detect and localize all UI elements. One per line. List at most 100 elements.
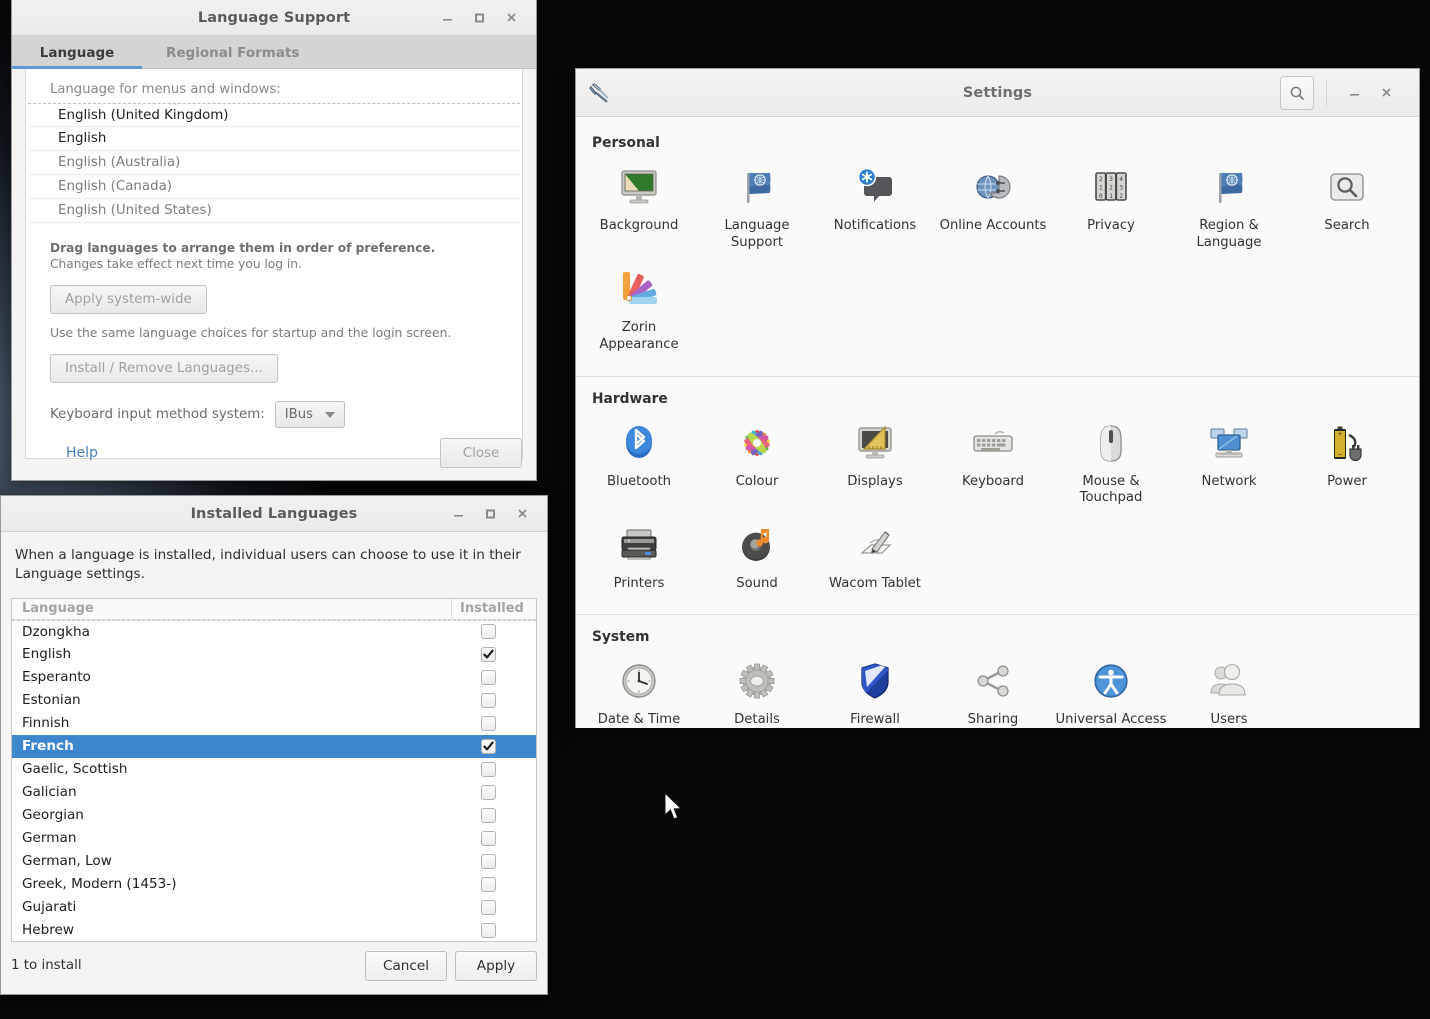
list-item[interactable]: English (Canada) xyxy=(28,175,520,199)
row-installed-cell xyxy=(452,647,536,662)
checkbox-checked[interactable] xyxy=(481,647,496,662)
bluetooth-icon xyxy=(615,419,663,467)
table-row[interactable]: Greek, Modern (1453-) xyxy=(12,873,536,896)
settings-tile-region-language[interactable]: Region & Language xyxy=(1170,157,1288,259)
minimize-icon[interactable] xyxy=(1339,79,1369,107)
table-row[interactable]: Gaelic, Scottish xyxy=(12,758,536,781)
settings-tile-sharing[interactable]: Sharing xyxy=(934,651,1052,728)
settings-tile-sound[interactable]: Sound xyxy=(698,515,816,601)
checkbox-unchecked[interactable] xyxy=(481,854,496,869)
table-row[interactable]: Gujarati xyxy=(12,896,536,919)
settings-tile-colour[interactable]: Colour xyxy=(698,413,816,515)
divider xyxy=(576,614,1419,615)
tab-language[interactable]: Language xyxy=(12,36,142,69)
list-item[interactable]: English (Australia) xyxy=(28,151,520,175)
table-row[interactable]: Finnish xyxy=(12,712,536,735)
checkbox-unchecked[interactable] xyxy=(481,785,496,800)
row-language-label: French xyxy=(12,738,452,754)
settings-tile-printers[interactable]: Printers xyxy=(580,515,698,601)
svg-text:4: 4 xyxy=(1119,176,1123,183)
settings-tile-privacy[interactable]: 210 321 432 Privacy xyxy=(1052,157,1170,259)
table-row[interactable]: French xyxy=(12,735,536,758)
settings-tile-wacom-tablet[interactable]: Wacom Tablet xyxy=(816,515,934,601)
apply-system-wide-button[interactable]: Apply system-wide xyxy=(50,285,207,314)
settings-tile-search[interactable]: Search xyxy=(1288,157,1406,259)
color-wheel-icon xyxy=(733,419,781,467)
settings-tile-power[interactable]: + − Power xyxy=(1288,413,1406,515)
globe-plug-icon xyxy=(969,163,1017,211)
maximize-icon[interactable] xyxy=(464,4,494,32)
checkbox-unchecked[interactable] xyxy=(481,670,496,685)
row-installed-cell xyxy=(452,762,536,777)
install-remove-languages-button[interactable]: Install / Remove Languages... xyxy=(50,354,278,383)
checkbox-unchecked[interactable] xyxy=(481,762,496,777)
battery-plug-icon: + − xyxy=(1323,419,1371,467)
table-row[interactable]: Georgian xyxy=(12,804,536,827)
checkbox-unchecked[interactable] xyxy=(481,900,496,915)
list-item[interactable]: English (United Kingdom) xyxy=(28,103,520,127)
settings-tile-network[interactable]: Network xyxy=(1170,413,1288,515)
settings-tile-details[interactable]: Details xyxy=(698,651,816,728)
close-icon[interactable] xyxy=(507,500,537,528)
row-installed-cell xyxy=(452,877,536,892)
table-row[interactable]: Estonian xyxy=(12,689,536,712)
list-item[interactable]: English (United States) xyxy=(28,199,520,223)
table-row[interactable]: English xyxy=(12,643,536,666)
checkbox-unchecked[interactable] xyxy=(481,808,496,823)
settings-tile-users[interactable]: Users xyxy=(1170,651,1288,728)
help-link[interactable]: Help xyxy=(26,445,98,461)
shield-icon xyxy=(851,657,899,705)
settings-tile-keyboard[interactable]: Keyboard xyxy=(934,413,1052,515)
checkbox-unchecked[interactable] xyxy=(481,716,496,731)
row-installed-cell xyxy=(452,624,536,639)
svg-text:2: 2 xyxy=(1119,193,1123,200)
apply-button[interactable]: Apply xyxy=(455,951,537,981)
color-swatch-fan-icon xyxy=(615,265,663,313)
settings-tile-mouse-touchpad[interactable]: Mouse & Touchpad xyxy=(1052,413,1170,515)
settings-tile-date-time[interactable]: Date & Time xyxy=(580,651,698,728)
footer-buttons: Cancel Apply xyxy=(365,951,537,981)
cancel-button[interactable]: Cancel xyxy=(365,951,447,981)
list-item[interactable]: English xyxy=(28,127,520,151)
tab-regional-formats[interactable]: Regional Formats xyxy=(142,36,323,69)
table-row[interactable]: Galician xyxy=(12,781,536,804)
settings-tile-online-accounts[interactable]: Online Accounts xyxy=(934,157,1052,259)
display-ruler-icon xyxy=(851,419,899,467)
installed-languages-titlebar[interactable]: Installed Languages xyxy=(1,496,547,532)
row-installed-cell xyxy=(452,693,536,708)
checkbox-unchecked[interactable] xyxy=(481,693,496,708)
language-support-titlebar[interactable]: Language Support xyxy=(12,0,536,36)
checkbox-unchecked[interactable] xyxy=(481,923,496,938)
table-row[interactable]: Esperanto xyxy=(12,666,536,689)
settings-tile-language-support[interactable]: Language Support xyxy=(698,157,816,259)
minimize-icon[interactable] xyxy=(432,4,462,32)
settings-tile-bluetooth[interactable]: Bluetooth xyxy=(580,413,698,515)
settings-tile-displays[interactable]: Displays xyxy=(816,413,934,515)
keyboard-input-method-select[interactable]: IBus xyxy=(275,401,345,428)
svg-text:−: − xyxy=(1337,451,1342,458)
settings-tile-notifications[interactable]: Notifications xyxy=(816,157,934,259)
settings-tile-firewall-configuration[interactable]: Firewall Configuration xyxy=(816,651,934,728)
maximize-icon[interactable] xyxy=(475,500,505,528)
drag-note-secondary: Changes take effect next time you log in… xyxy=(26,255,522,271)
settings-tile-zorin-appearance[interactable]: Zorin Appearance xyxy=(580,259,698,361)
checkbox-unchecked[interactable] xyxy=(481,877,496,892)
table-body[interactable]: DzongkhaEnglishEsperantoEstonianFinnish F… xyxy=(12,620,536,942)
settings-titlebar[interactable]: Settings xyxy=(576,69,1419,117)
table-row[interactable]: German, Low xyxy=(12,850,536,873)
search-button[interactable] xyxy=(1280,76,1314,110)
close-icon[interactable] xyxy=(496,4,526,32)
checkbox-checked[interactable] xyxy=(481,739,496,754)
table-row[interactable]: Dzongkha xyxy=(12,620,536,643)
close-icon[interactable] xyxy=(1371,79,1401,107)
table-row[interactable]: German xyxy=(12,827,536,850)
language-order-list[interactable]: English (United Kingdom) English English… xyxy=(28,103,520,223)
minimize-icon[interactable] xyxy=(443,500,473,528)
settings-content: Personal Background Language Support Not… xyxy=(576,117,1419,728)
settings-tile-universal-access[interactable]: Universal Access xyxy=(1052,651,1170,728)
checkbox-unchecked[interactable] xyxy=(481,831,496,846)
checkbox-unchecked[interactable] xyxy=(481,624,496,639)
close-button[interactable]: Close xyxy=(440,438,522,468)
settings-tile-background[interactable]: Background xyxy=(580,157,698,259)
settings-tile-label: Online Accounts xyxy=(940,218,1047,235)
